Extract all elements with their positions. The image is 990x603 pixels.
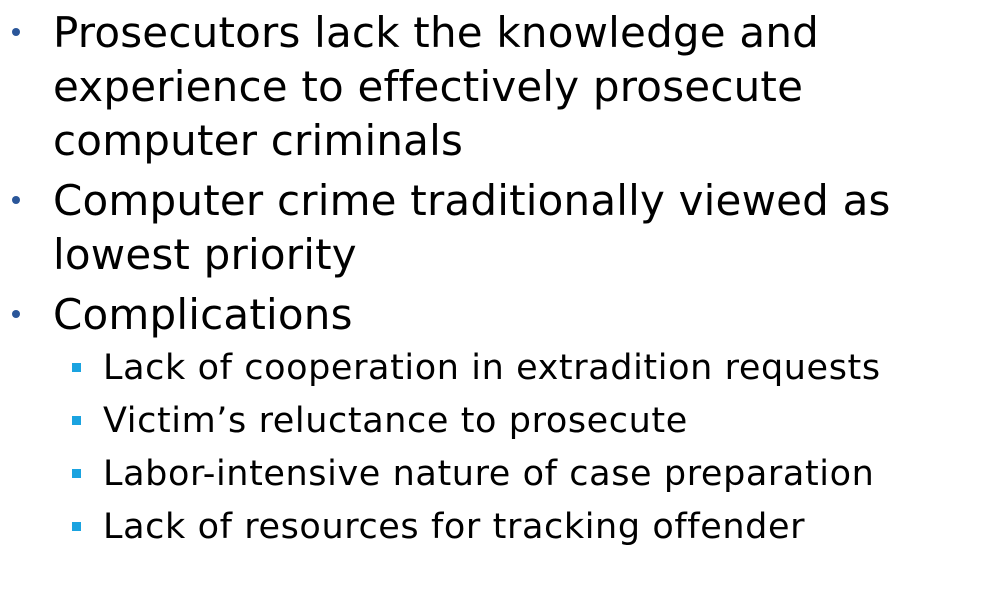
bullet-line: Prosecutors lack the knowledge and xyxy=(53,8,819,57)
sub-bullet-list: Lack of cooperation in extradition reque… xyxy=(53,342,990,554)
square-bullet-icon xyxy=(72,522,81,531)
sub-bullet-text: Victim’s reluctance to prosecute xyxy=(103,401,688,441)
bullet-line: experience to effectively prosecute xyxy=(53,62,804,111)
sub-bullet-item: Labor-intensive nature of case preparati… xyxy=(53,448,990,501)
sub-bullet-text: Labor-intensive nature of case preparati… xyxy=(103,454,875,494)
bullet-line: computer criminals xyxy=(53,116,464,165)
sub-bullet-item: Victim’s reluctance to prosecute xyxy=(53,395,990,448)
bullet-line: lowest priority xyxy=(53,230,357,279)
bullet-dot-icon xyxy=(12,310,20,318)
sub-bullet-text: Lack of cooperation in extradition reque… xyxy=(103,348,881,388)
bullet-item-priority: Computer crime traditionally viewed as l… xyxy=(0,174,990,282)
bullet-dot-icon xyxy=(12,196,20,204)
slide: Prosecutors lack the knowledge and exper… xyxy=(0,0,990,603)
bullet-item-complications: Complications Lack of cooperation in ext… xyxy=(0,288,990,554)
sub-bullet-item: Lack of resources for tracking offender xyxy=(53,501,990,554)
sub-bullet-text: Lack of resources for tracking offender xyxy=(103,507,806,547)
bullet-list: Prosecutors lack the knowledge and exper… xyxy=(0,6,990,560)
bullet-line: Computer crime traditionally viewed as xyxy=(53,176,891,225)
bullet-line: Complications xyxy=(53,290,353,339)
bullet-item-prosecutors: Prosecutors lack the knowledge and exper… xyxy=(0,6,990,168)
sub-bullet-item: Lack of cooperation in extradition reque… xyxy=(53,342,990,395)
square-bullet-icon xyxy=(72,469,81,478)
bullet-dot-icon xyxy=(12,28,20,36)
square-bullet-icon xyxy=(72,416,81,425)
square-bullet-icon xyxy=(72,363,81,372)
